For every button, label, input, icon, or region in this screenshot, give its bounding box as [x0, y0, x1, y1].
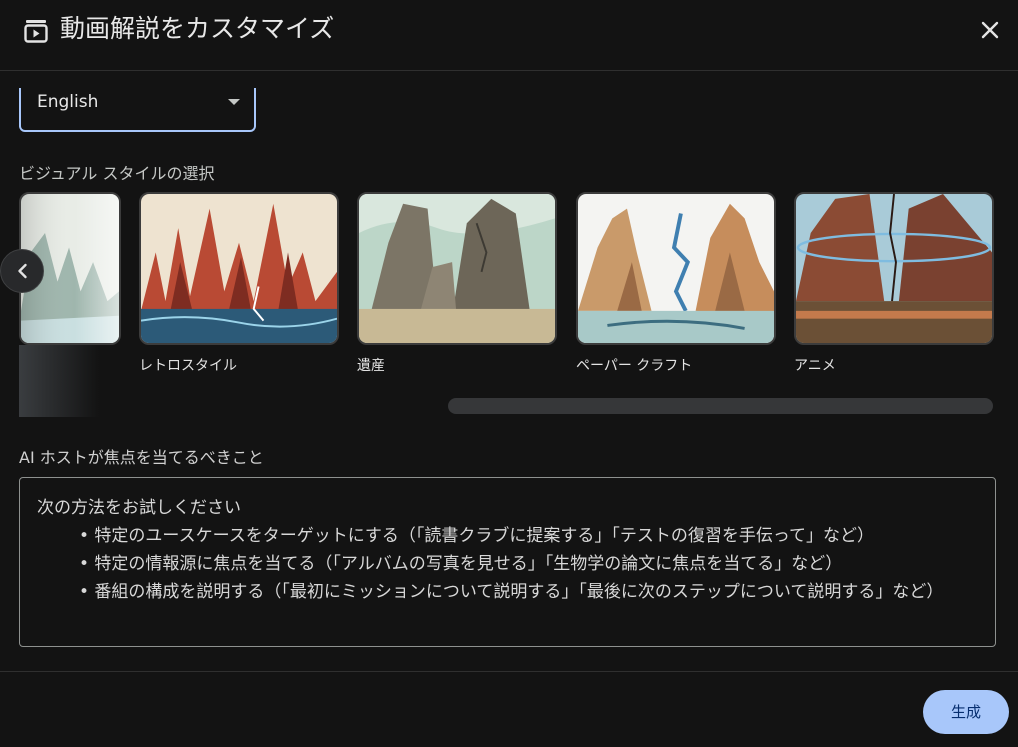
style-label-anime: アニメ — [794, 358, 836, 374]
carousel-fade — [19, 345, 99, 417]
style-label-papercraft: ペーパー クラフト — [576, 358, 693, 374]
carousel-scrollbar[interactable] — [448, 398, 993, 414]
style-label-retro: レトロスタイル — [139, 358, 237, 374]
style-card-retro[interactable] — [139, 192, 339, 345]
carousel-prev-button[interactable] — [0, 249, 44, 293]
style-card-heritage[interactable] — [357, 192, 557, 345]
style-label-heritage: 遺産 — [357, 358, 385, 374]
style-card-anime[interactable] — [794, 192, 994, 345]
close-button[interactable] — [976, 16, 1004, 44]
customize-video-overview-dialog: 動画解説をカスタマイズ English ビジュアル スタイルの選択 レトロスタイ… — [0, 0, 1018, 747]
focus-textarea[interactable]: 次の方法をお試しください • 特定のユースケースをターゲットにする（「読書クラブ… — [19, 477, 996, 647]
dropdown-arrow-icon — [228, 99, 240, 105]
visual-style-label: ビジュアル スタイルの選択 — [19, 164, 215, 183]
dialog-header: 動画解説をカスタマイズ — [0, 0, 1018, 71]
focus-label: AI ホストが焦点を当てるべきこと — [19, 448, 264, 467]
retro-style-thumbnail — [141, 194, 337, 343]
placeholder-bullet-3: • 番組の構成を説明する（「最初にミッションについて説明する」「最後に次のステッ… — [79, 582, 944, 602]
placeholder-bullet-2: • 特定の情報源に焦点を当てる（「アルバムの写真を見せる」「生物学の論文に焦点を… — [79, 554, 843, 574]
anime-style-thumbnail — [796, 194, 992, 343]
language-select[interactable]: English — [19, 88, 256, 132]
generate-button[interactable]: 生成 — [923, 690, 1009, 734]
dialog-title: 動画解説をカスタマイズ — [60, 14, 335, 43]
placeholder-bullet-1: • 特定のユースケースをターゲットにする（「読書クラブに提案する」「テストの復習… — [79, 526, 875, 546]
style-card-papercraft[interactable] — [576, 192, 776, 345]
video-overview-icon — [24, 20, 48, 43]
heritage-style-thumbnail — [359, 194, 555, 343]
papercraft-style-thumbnail — [578, 194, 774, 343]
language-value: English — [37, 92, 99, 112]
footer-divider — [0, 671, 1018, 672]
close-icon — [981, 21, 999, 39]
chevron-left-icon — [18, 263, 27, 279]
placeholder-intro: 次の方法をお試しください — [37, 498, 241, 518]
